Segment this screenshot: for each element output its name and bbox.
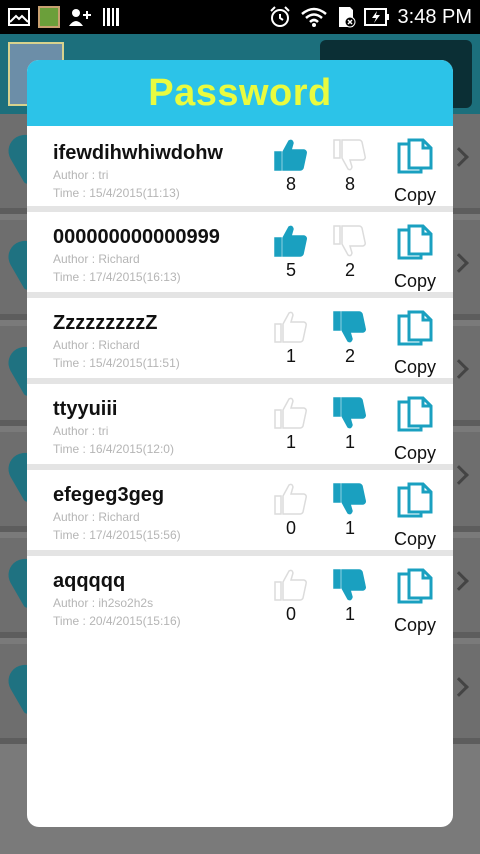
thumbs-down-icon [330,396,370,430]
password-author: Author : Richard [53,252,140,266]
copy-label: Copy [393,357,437,377]
like-button[interactable]: 5 [271,224,311,281]
password-time: Time : 17/4/2015(16:13) [53,270,181,284]
status-bar: 3:48 PM [0,0,480,34]
battery-charging-icon [363,8,389,26]
copy-icon [395,224,435,268]
dislike-button[interactable]: 1 [330,568,370,625]
thumbs-down-icon [330,138,370,172]
copy-label: Copy [393,271,437,291]
like-button[interactable]: 1 [271,310,311,367]
password-author: Author : tri [53,168,109,182]
password-row: ZzzzzzzzzZ Author : Richard Time : 15/4/… [27,292,453,378]
password-row: aqqqqq Author : ih2so2h2s Time : 20/4/20… [27,550,453,636]
copy-button[interactable]: Copy [387,482,443,550]
password-row: ifewdihwhiwdohw Author : tri Time : 15/4… [27,126,453,206]
password-time: Time : 20/4/2015(15:16) [53,614,181,628]
like-button[interactable]: 0 [271,568,311,625]
sd-card-icon [338,7,356,28]
dislike-button[interactable]: 1 [330,482,370,539]
copy-button[interactable]: Copy [387,224,443,292]
password-list: ifewdihwhiwdohw Author : tri Time : 15/4… [27,126,453,636]
thumbs-up-icon [271,482,311,516]
dislike-count: 1 [344,432,355,452]
copy-button[interactable]: Copy [387,138,443,206]
app-thumbnail-icon [38,6,60,28]
password-time: Time : 16/4/2015(12:0) [53,442,174,456]
password-text: aqqqqq [53,570,126,592]
thumbs-down-icon [330,224,370,258]
password-author: Author : ih2so2h2s [53,596,154,610]
password-time: Time : 15/4/2015(11:51) [53,356,180,370]
dislike-count: 2 [344,260,355,280]
copy-icon [395,310,435,354]
like-count: 0 [285,518,296,538]
status-time: 3:48 PM [397,5,472,28]
password-dialog: Password ifewdihwhiwdohw Author : tri Ti… [27,60,453,827]
password-time: Time : 17/4/2015(15:56) [53,528,181,542]
thumbs-down-icon [330,310,370,344]
password-row: 000000000000999 Author : Richard Time : … [27,206,453,292]
dislike-button[interactable]: 1 [330,396,370,453]
password-text: ZzzzzzzzzZ [53,312,158,334]
dislike-button[interactable]: 8 [330,138,370,195]
like-count: 1 [285,346,296,366]
password-text: ttyyuiii [53,398,118,420]
like-button[interactable]: 0 [271,482,311,539]
mail-icon [8,8,30,26]
thumbs-up-icon [271,396,311,430]
like-button[interactable]: 8 [271,138,311,195]
dislike-count: 2 [344,346,355,366]
dislike-button[interactable]: 2 [330,310,370,367]
dislike-button[interactable]: 2 [330,224,370,281]
copy-button[interactable]: Copy [387,568,443,636]
password-row: efegeg3geg Author : Richard Time : 17/4/… [27,464,453,550]
copy-icon [395,138,435,182]
copy-button[interactable]: Copy [387,310,443,378]
copy-icon [395,396,435,440]
alarm-icon [269,6,290,27]
password-author: Author : tri [53,424,109,438]
thumbs-down-icon [330,482,370,516]
password-text: efegeg3geg [53,484,165,506]
password-author: Author : Richard [53,338,140,352]
like-count: 1 [285,432,296,452]
copy-icon [395,568,435,612]
thumbs-up-icon [271,310,311,344]
dialog-header: Password [27,60,453,126]
password-time: Time : 15/4/2015(11:13) [53,186,180,200]
like-count: 5 [285,260,296,280]
thumbs-down-icon [330,568,370,602]
like-count: 0 [285,604,296,624]
copy-button[interactable]: Copy [387,396,443,464]
password-author: Author : Richard [53,510,140,524]
password-row: ttyyuiii Author : tri Time : 16/4/2015(1… [27,378,453,464]
thumbs-up-icon [271,568,311,602]
copy-label: Copy [393,185,437,205]
thumbs-up-icon [271,224,311,258]
password-text: 000000000000999 [53,226,220,248]
barcode-icon [103,8,119,26]
copy-label: Copy [393,615,437,635]
dislike-count: 1 [344,604,355,624]
like-button[interactable]: 1 [271,396,311,453]
copy-label: Copy [393,443,437,463]
wifi-icon [300,7,327,27]
dialog-title: Password [148,71,332,114]
copy-icon [395,482,435,526]
password-text: ifewdihwhiwdohw [53,142,223,164]
thumbs-up-icon [271,138,311,172]
like-count: 8 [285,174,296,194]
add-contact-icon [69,9,91,26]
dislike-count: 1 [344,518,355,538]
copy-label: Copy [393,529,437,549]
dislike-count: 8 [344,174,355,194]
